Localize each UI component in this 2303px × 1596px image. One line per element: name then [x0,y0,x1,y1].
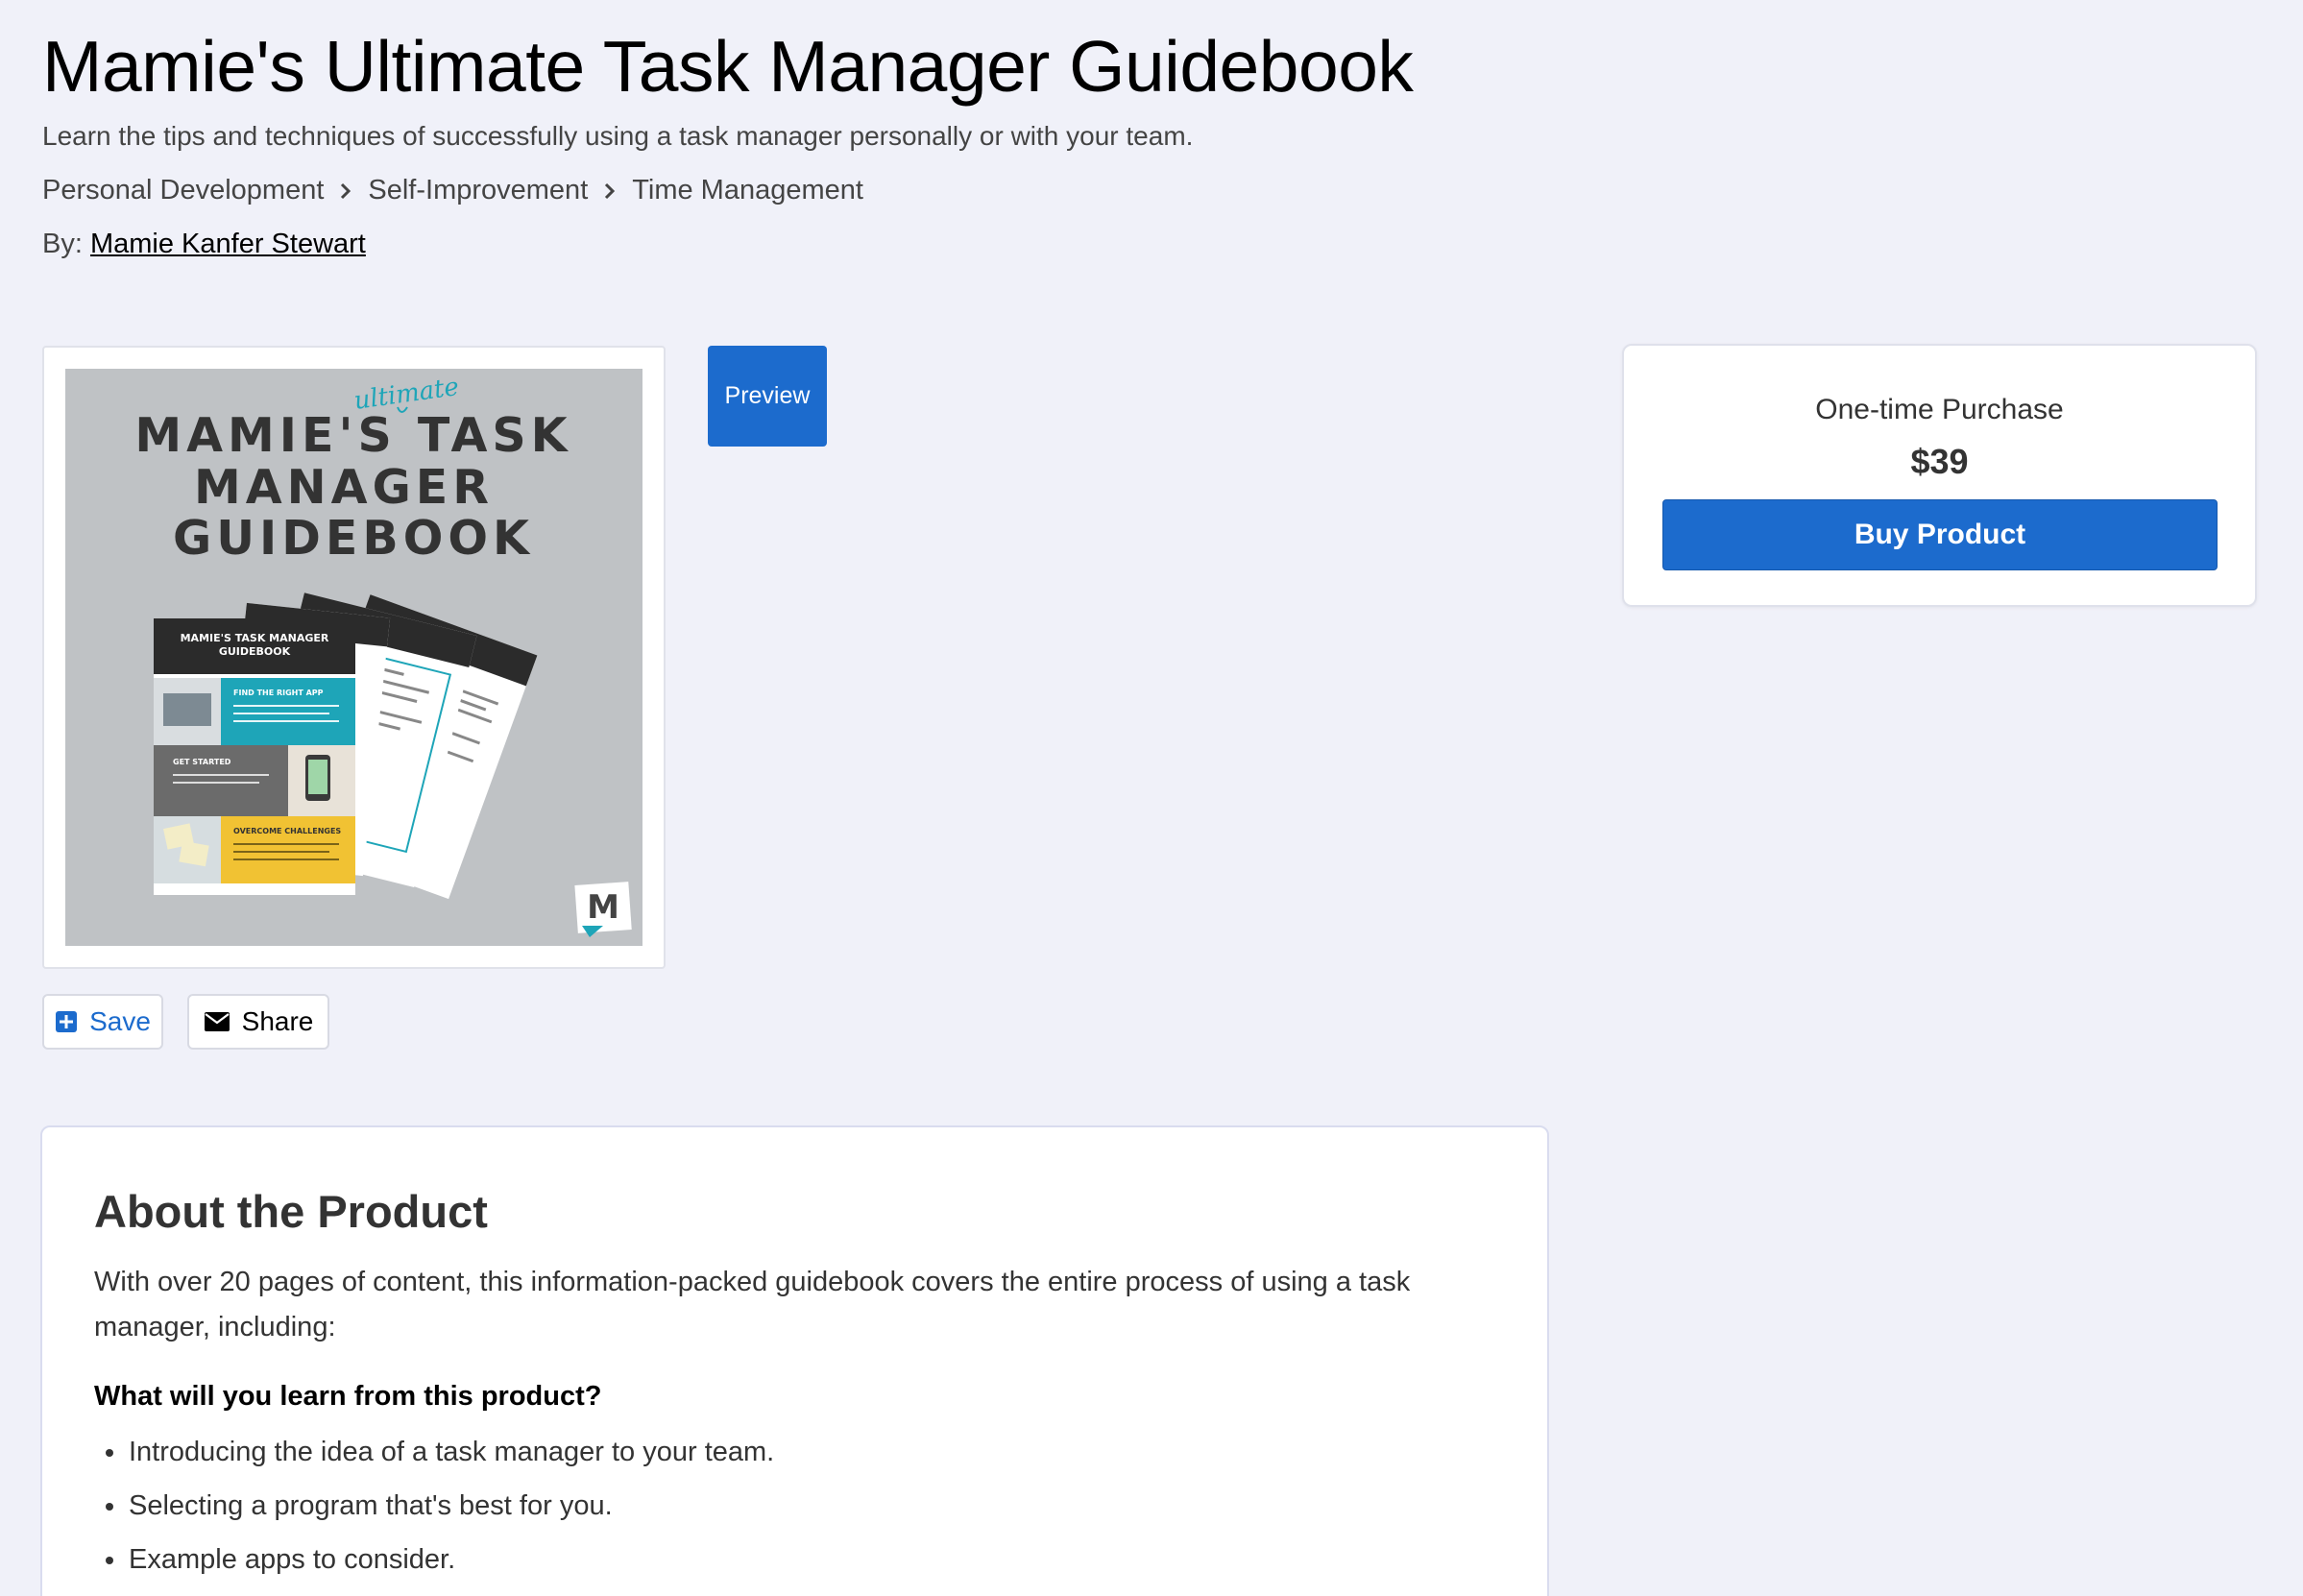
cover-logo-icon: M [574,882,632,937]
cover-title-line-3: GUIDEBOOK [173,511,534,566]
cover-logo-letter: M [587,888,619,927]
list-item: Selecting a program that's best for you. [94,1488,774,1542]
cover-title-line-2: MANAGER [194,460,494,515]
share-button[interactable]: Share [187,994,329,1050]
purchase-type-label: One-time Purchase [1815,394,2064,425]
cover-section-1-title: FIND THE RIGHT APP [233,689,324,697]
about-product-section: About the Product With over 20 pages of … [40,1125,1549,1596]
list-item: Example apps to consider. [94,1542,774,1596]
breadcrumb-item-time-management[interactable]: Time Management [632,175,863,206]
author-prefix: By: [42,229,83,259]
list-item: Introducing the idea of a task manager t… [94,1435,774,1488]
product-image-card: ultimate MAMIE'S TASK MANAGER GUIDEBOOK [42,346,666,969]
price-label: $39 [1910,442,1969,481]
preview-button[interactable]: Preview [708,346,827,447]
share-button-label: Share [241,1006,314,1036]
author-link[interactable]: Mamie Kanfer Stewart [90,229,366,259]
purchase-card: One-time Purchase $39 Buy Product [1622,344,2257,607]
product-cover-image: ultimate MAMIE'S TASK MANAGER GUIDEBOOK [65,369,642,946]
learn-list: Introducing the idea of a task manager t… [94,1435,774,1596]
cover-section-2-title: GET STARTED [173,758,231,766]
cover-title-line-1: MAMIE'S TASK [134,408,571,463]
about-description: With over 20 pages of content, this info… [94,1267,1411,1342]
save-button-label: Save [89,1006,151,1036]
chevron-right-icon [603,181,617,201]
cover-front-page-title-1: MAMIE'S TASK MANAGER [181,632,329,644]
cover-front-page-title-2: GUIDEBOOK [219,645,291,658]
author-line: By: Mamie Kanfer Stewart [42,229,366,260]
cover-section-3-title: OVERCOME CHALLENGES [233,827,341,835]
page-title: Mamie's Ultimate Task Manager Guidebook [42,26,1414,107]
buy-product-button[interactable]: Buy Product [1662,499,2218,570]
save-button[interactable]: Save [42,994,163,1050]
chevron-right-icon [339,181,352,201]
plus-square-icon [55,1010,78,1033]
learn-heading: What will you learn from this product? [94,1381,602,1412]
breadcrumb-item-personal-development[interactable]: Personal Development [42,175,324,206]
product-subtitle: Learn the tips and techniques of success… [42,121,1194,151]
breadcrumb-item-self-improvement[interactable]: Self-Improvement [368,175,588,206]
about-title: About the Product [94,1186,488,1237]
envelope-icon [204,1011,230,1032]
breadcrumb: Personal Development Self-Improvement Ti… [42,175,863,206]
